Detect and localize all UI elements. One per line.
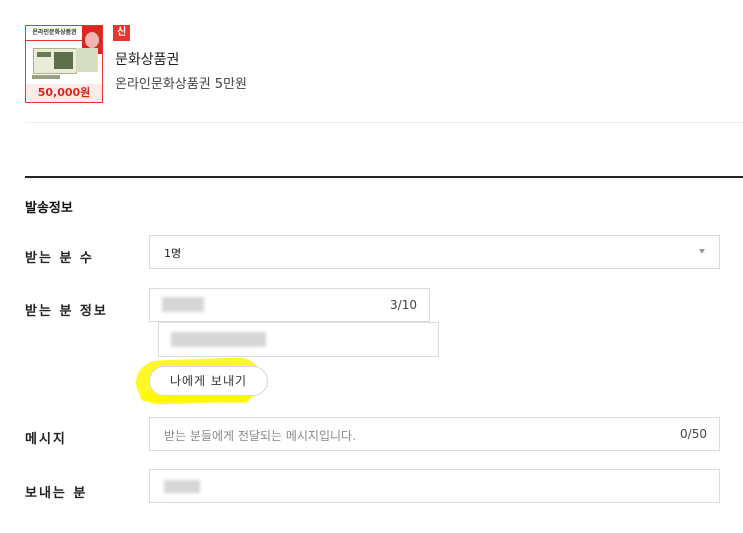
store-badge: 신세계몰	[113, 25, 131, 86]
message-input[interactable]: 받는 분들에게 전달되는 메시지입니다. 0/50	[149, 417, 720, 451]
recipient-name-input[interactable]: 3/10	[149, 288, 430, 322]
recipient-info-label: 받는 분 정보	[25, 304, 108, 319]
recipient-count-label: 받는 분 수	[25, 251, 94, 266]
recipient-count-value: 1명	[164, 247, 182, 260]
thumbnail-price: 50,000원	[26, 84, 102, 102]
message-label: 메시지	[25, 432, 67, 447]
product-description: 온라인문화상품권 5만원	[115, 77, 248, 92]
thumbnail-line	[32, 75, 60, 79]
message-counter: 0/50	[680, 427, 707, 441]
divider	[25, 122, 743, 123]
redacted-name	[162, 297, 204, 312]
section-divider	[25, 176, 743, 178]
recipient-name-counter: 3/10	[390, 298, 417, 312]
thumbnail-header: 온라인문화상품권	[26, 26, 83, 41]
redacted-phone	[171, 332, 266, 347]
recipient-phone-input[interactable]	[158, 322, 439, 357]
redacted-sender	[164, 480, 200, 493]
send-to-me-button[interactable]: 나에게 보내기	[149, 366, 268, 396]
product-thumbnail: 온라인문화상품권 50,000원	[25, 25, 103, 103]
recipient-count-select[interactable]: 1명	[149, 235, 720, 269]
chevron-down-icon	[699, 249, 705, 254]
gift-card-image-2	[76, 48, 98, 72]
sender-input[interactable]	[149, 469, 720, 503]
sender-label: 보내는 분	[25, 486, 88, 501]
section-title: 발송정보	[25, 201, 73, 216]
product-name: 문화상품권	[115, 52, 180, 68]
gift-card-image	[33, 48, 77, 74]
message-placeholder: 받는 분들에게 전달되는 메시지입니다.	[164, 429, 356, 443]
